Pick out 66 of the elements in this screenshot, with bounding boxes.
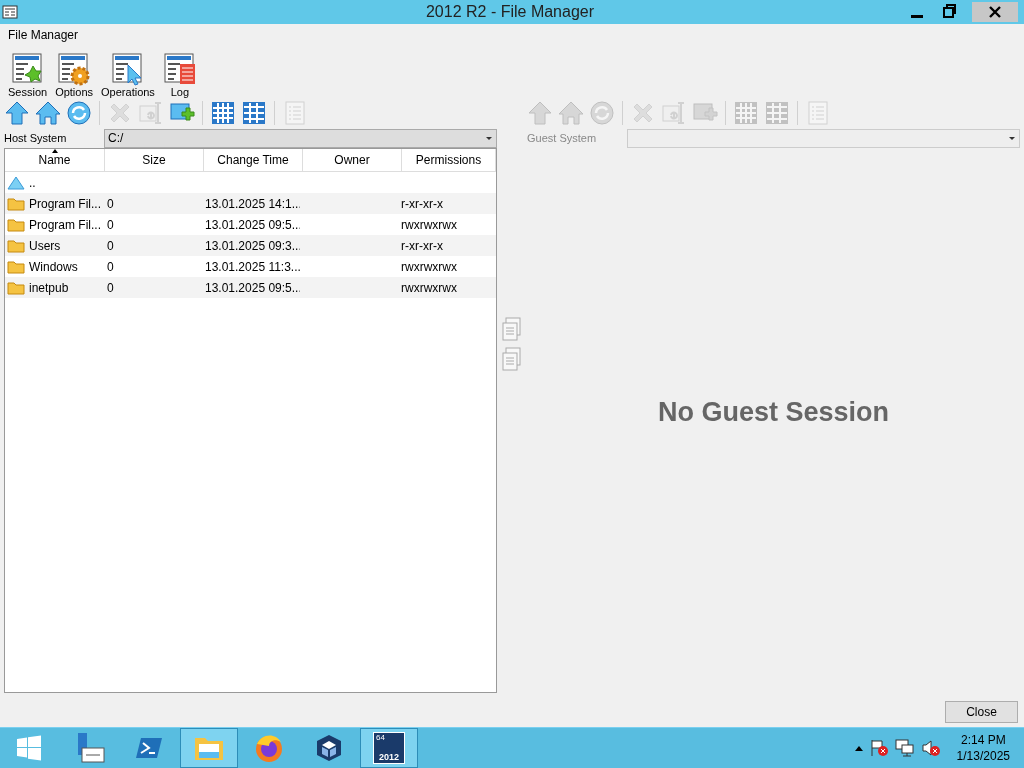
toolbar-button[interactable]: Operations [99, 52, 157, 98]
taskbar-button[interactable] [180, 728, 238, 768]
file-name[interactable]: inetpub [29, 280, 69, 295]
toolbar-button[interactable]: Session [6, 52, 50, 98]
document-gear-icon [57, 52, 92, 86]
clock[interactable]: 2:14 PM 1/13/2025 [956, 732, 1010, 764]
folder-icon [7, 238, 25, 253]
browser-icon [253, 732, 285, 764]
file-name[interactable]: Windows [29, 259, 78, 274]
size-cell: 0 [107, 280, 114, 295]
close-icon[interactable] [972, 2, 1018, 22]
terminal-icon [135, 736, 163, 760]
no-session-message: No Guest Session [657, 397, 890, 428]
guest-system-label: Guest System [527, 132, 598, 144]
up-icon[interactable] [4, 100, 30, 126]
folder-icon [7, 217, 25, 232]
folder-icon [7, 259, 25, 274]
change-time-cell: 13.01.2025 09:3... [205, 238, 300, 253]
windows-logo-icon [15, 734, 43, 762]
app-badge-text: 2012 [378, 752, 400, 763]
change-time-cell: 13.01.2025 09:5... [205, 280, 300, 295]
grid-icon[interactable] [210, 100, 236, 126]
column-header[interactable]: Owner [303, 149, 402, 171]
host-system-label: Host System [4, 132, 68, 144]
grid-detail-icon[interactable] [241, 100, 267, 126]
size-cell: 0 [107, 196, 114, 211]
menu-item[interactable]: File Manager [8, 28, 79, 42]
speaker-muted-icon[interactable] [920, 739, 941, 757]
app-badge-text: 64 [375, 733, 386, 743]
file-name[interactable]: Program Fil... [29, 196, 101, 211]
up-triangle-icon [7, 175, 25, 190]
file-name[interactable]: Program Fil... [29, 217, 101, 232]
folder-icon [7, 196, 25, 211]
folder-icon [7, 280, 25, 295]
close-button[interactable]: Close [945, 701, 1018, 723]
network-icon[interactable] [894, 739, 915, 757]
permissions-cell: r-xr-xr-x [401, 238, 443, 253]
permissions-cell: rwxrwxrwx [401, 280, 457, 295]
column-header[interactable]: Name [5, 149, 105, 171]
refresh-icon[interactable] [66, 100, 92, 126]
column-header[interactable]: Permissions [402, 149, 496, 171]
change-time-cell: 13.01.2025 09:5... [205, 217, 300, 232]
permissions-cell: rwxrwxrwx [401, 217, 457, 232]
column-header[interactable]: Change Time [204, 149, 303, 171]
size-cell: 0 [107, 217, 114, 232]
flag-warning-icon[interactable] [868, 739, 889, 757]
app-icon [2, 4, 18, 20]
change-time-cell: 13.01.2025 11:3... [205, 259, 300, 274]
column-header[interactable]: Size [105, 149, 204, 171]
window-title: 2012 R2 - File Manager [424, 3, 596, 21]
file-name[interactable]: .. [29, 175, 36, 190]
document-log-icon [162, 52, 197, 86]
permissions-cell: r-xr-xr-x [401, 196, 443, 211]
show-hidden-icons[interactable] [854, 745, 863, 751]
toolbar-button[interactable]: Options [53, 52, 96, 98]
cube-icon [314, 733, 344, 763]
file-name[interactable]: Users [29, 238, 61, 253]
taskbar-button[interactable]: 64 2012 [360, 728, 418, 768]
size-cell: 0 [107, 238, 114, 253]
size-cell: 0 [107, 259, 114, 274]
document-cursor-icon [110, 52, 145, 86]
toolbar-button[interactable]: Log [160, 52, 199, 98]
home-icon[interactable] [35, 100, 61, 126]
permissions-cell: rwxrwxrwx [401, 259, 457, 274]
path-dropdown[interactable]: C:/ [104, 128, 497, 148]
change-time-cell: 13.01.2025 14:1... [205, 196, 300, 211]
